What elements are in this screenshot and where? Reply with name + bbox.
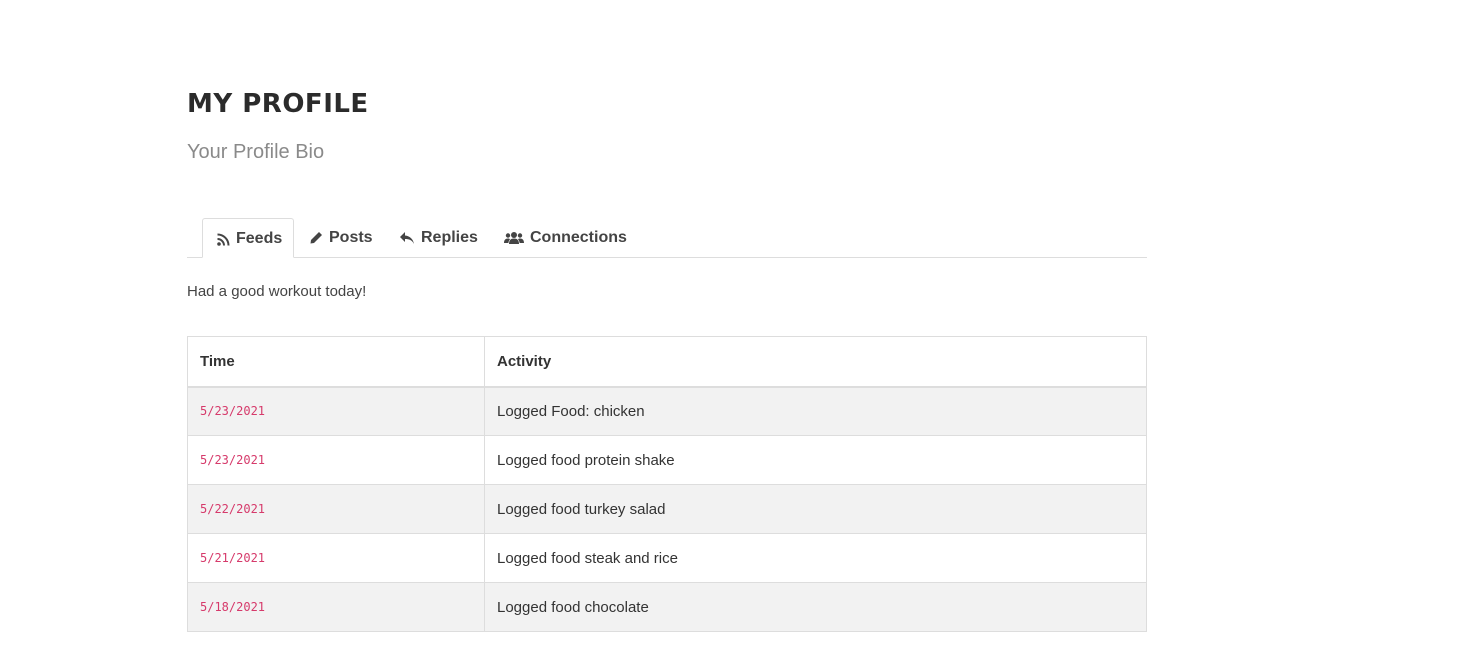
profile-tabs: Feeds Posts Replies Connections	[187, 218, 1147, 258]
table-row: 5/22/2021 Logged food turkey salad	[187, 484, 1147, 534]
reply-icon	[399, 231, 415, 245]
tab-connections[interactable]: Connections	[504, 218, 627, 257]
activity-cell: Logged food chocolate	[484, 582, 1147, 632]
tab-feeds[interactable]: Feeds	[202, 218, 294, 258]
table-row: 5/23/2021 Logged food protein shake	[187, 435, 1147, 485]
table-row: 5/21/2021 Logged food steak and rice	[187, 533, 1147, 583]
activity-cell: Logged food turkey salad	[484, 484, 1147, 534]
time-cell: 5/23/2021	[187, 386, 485, 436]
tab-label: Posts	[329, 228, 373, 246]
activity-cell: Logged food protein shake	[484, 435, 1147, 485]
tab-label: Connections	[530, 228, 627, 246]
rss-icon	[217, 233, 230, 246]
table-header-row: Time Activity	[187, 336, 1147, 388]
tab-replies[interactable]: Replies	[399, 218, 478, 257]
activity-cell: Logged food steak and rice	[484, 533, 1147, 583]
column-header-activity: Activity	[484, 336, 1147, 388]
time-cell: 5/18/2021	[187, 582, 485, 632]
page-title: MY PROFILE	[187, 89, 369, 119]
pencil-icon	[309, 231, 323, 245]
activity-cell: Logged Food: chicken	[484, 386, 1147, 436]
tab-label: Feeds	[236, 230, 283, 247]
table-row: 5/23/2021 Logged Food: chicken	[187, 386, 1147, 436]
feed-post-text: Had a good workout today!	[187, 283, 367, 300]
tab-posts[interactable]: Posts	[309, 218, 373, 257]
activity-table: Time Activity 5/23/2021 Logged Food: chi…	[187, 336, 1147, 632]
table-row: 5/18/2021 Logged food chocolate	[187, 582, 1147, 632]
users-icon	[504, 231, 524, 245]
profile-bio: Your Profile Bio	[187, 141, 325, 163]
time-cell: 5/23/2021	[187, 435, 485, 485]
tab-label: Replies	[421, 228, 478, 246]
column-header-time: Time	[187, 336, 485, 388]
time-cell: 5/21/2021	[187, 533, 485, 583]
time-cell: 5/22/2021	[187, 484, 485, 534]
